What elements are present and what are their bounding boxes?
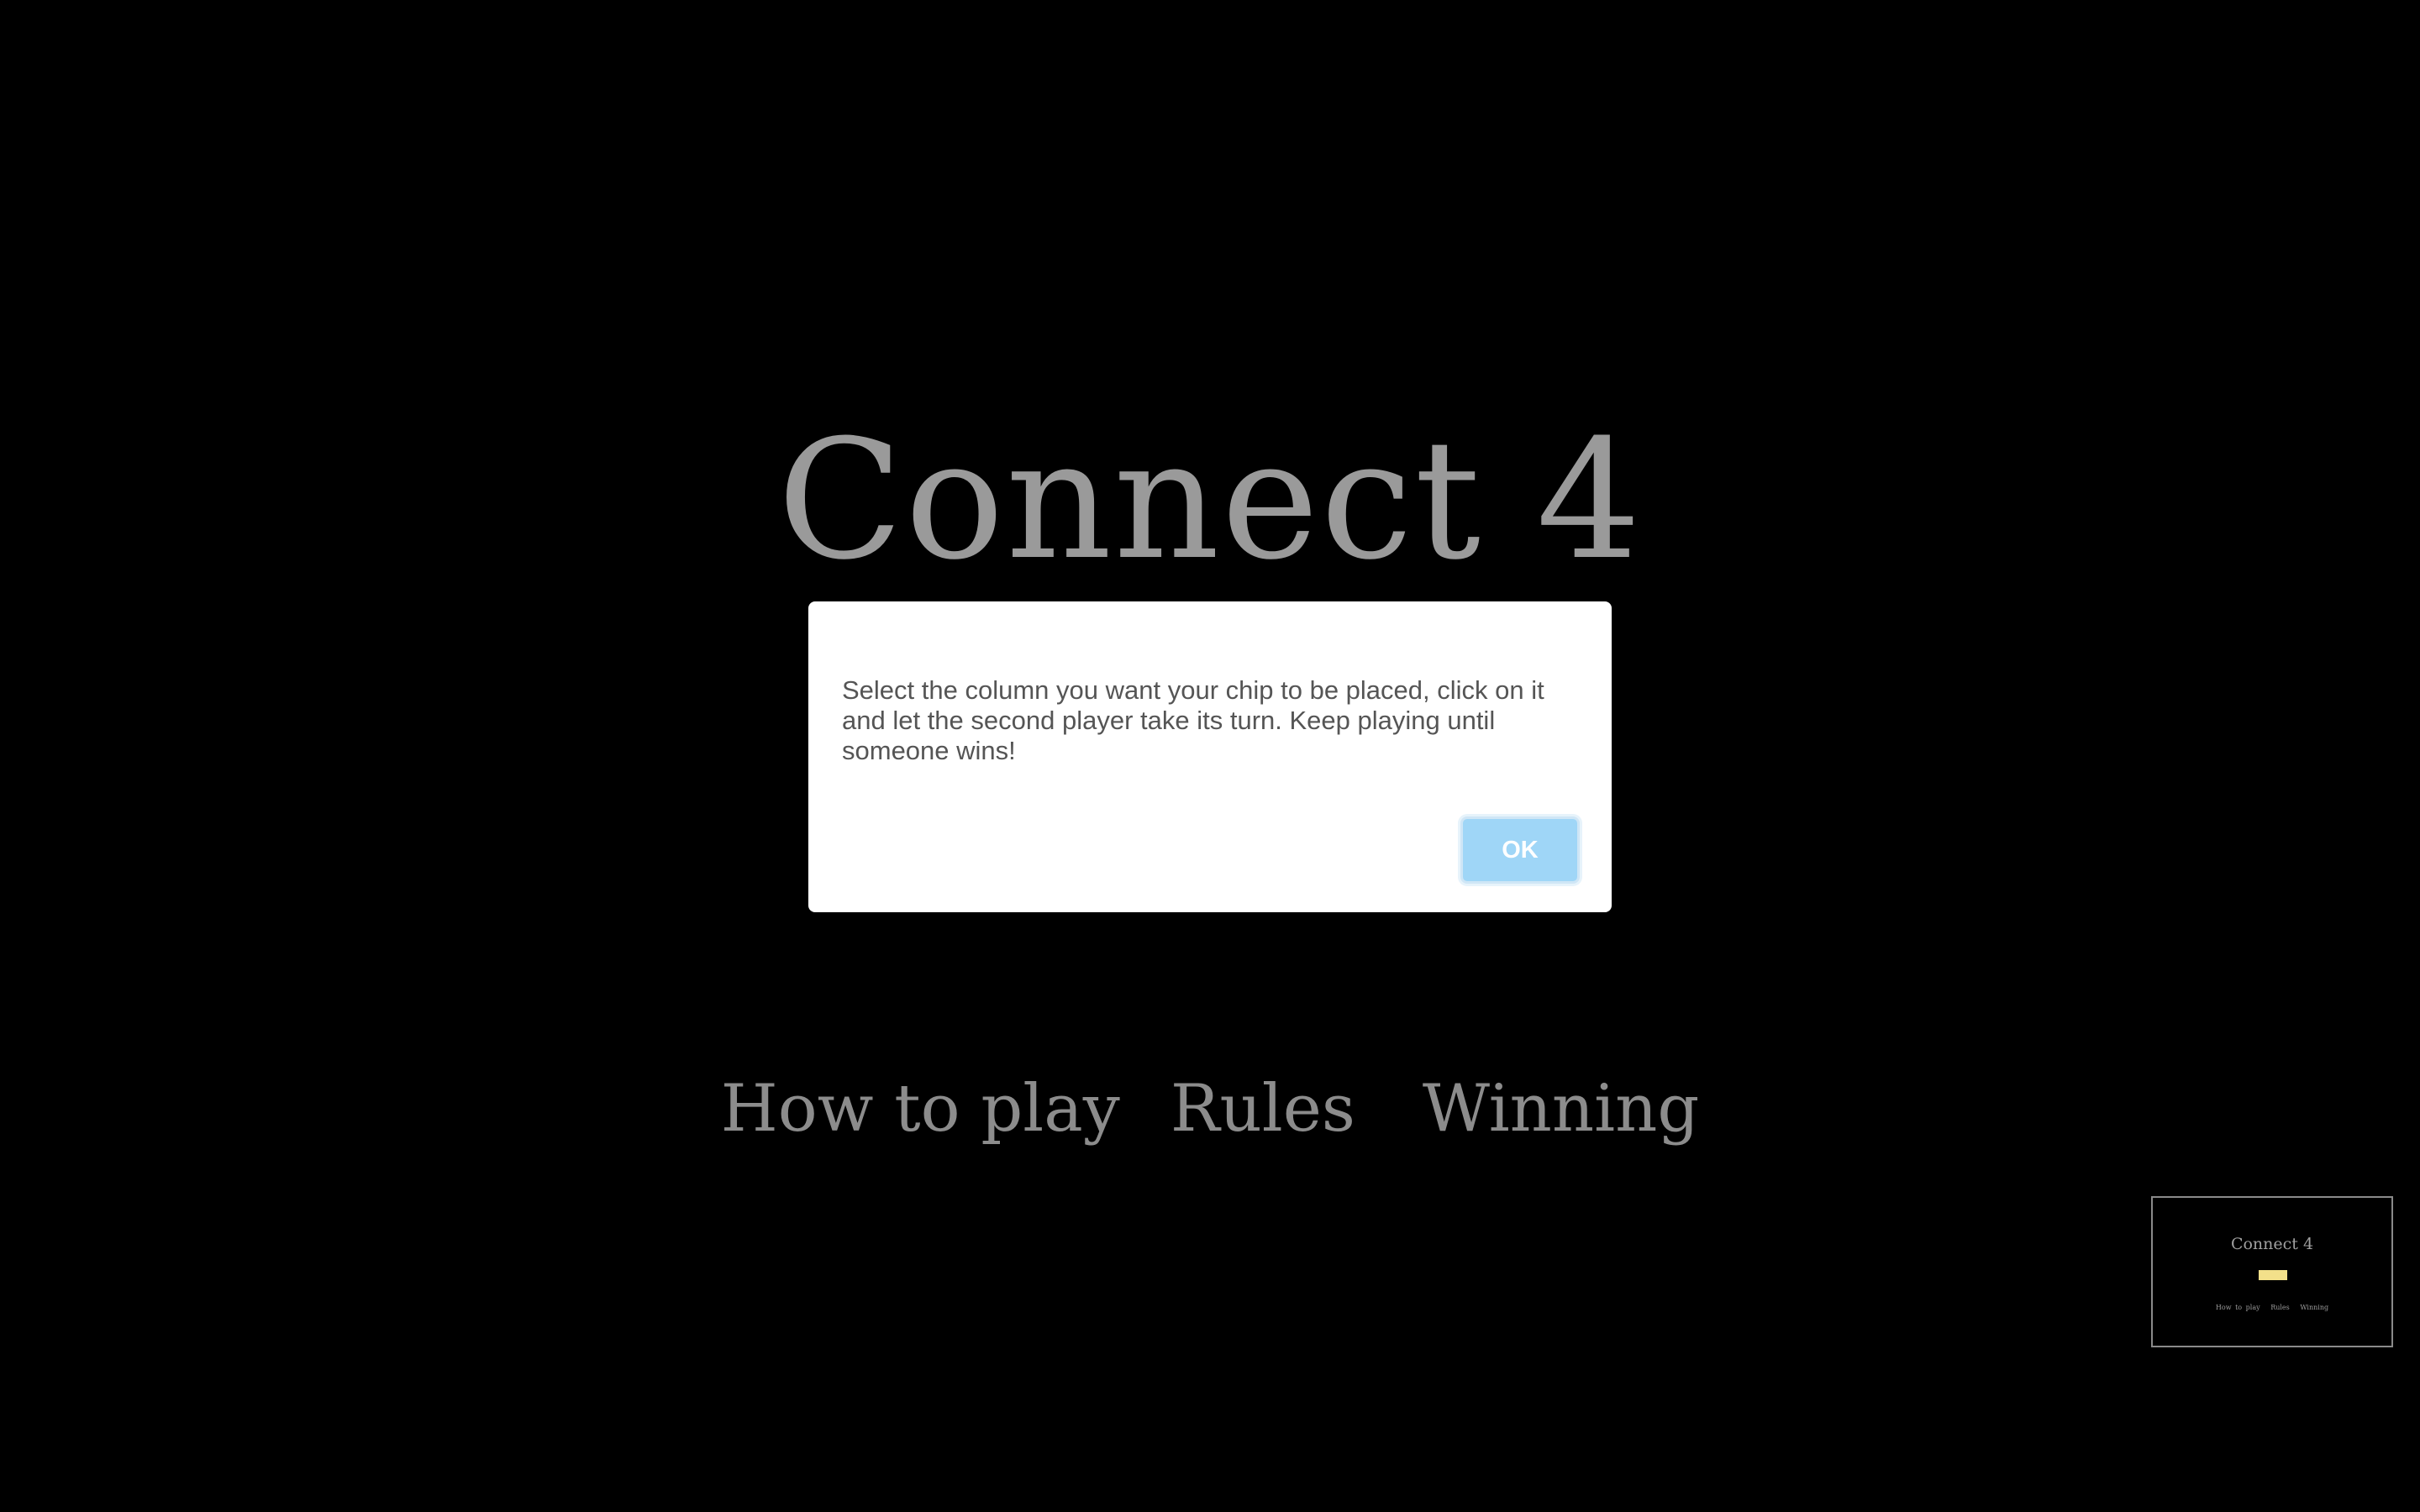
page-title: Connect 4	[777, 405, 1643, 596]
preview-nav-winning: Winning	[2300, 1304, 2329, 1311]
thumbnail-preview[interactable]: Connect 4 How to play Rules Winning	[2151, 1196, 2393, 1347]
ok-button[interactable]: OK	[1460, 816, 1580, 884]
dialog-message: Select the column you want your chip to …	[842, 675, 1544, 765]
nav-winning[interactable]: Winning	[1423, 1071, 1699, 1147]
nav-rules[interactable]: Rules	[1171, 1071, 1355, 1147]
alert-dialog: Select the column you want your chip to …	[808, 601, 1612, 912]
nav-how-to-play[interactable]: How to play	[721, 1071, 1120, 1147]
preview-title: Connect 4	[2230, 1235, 2314, 1253]
preview-nav: How to play Rules Winning	[2153, 1304, 2391, 1311]
preview-chip	[2259, 1270, 2287, 1280]
preview-nav-rules: Rules	[2270, 1304, 2290, 1311]
preview-nav-how-to-play: How to play	[2215, 1304, 2260, 1311]
main-nav: How to play Rules Winning	[0, 1058, 2420, 1159]
